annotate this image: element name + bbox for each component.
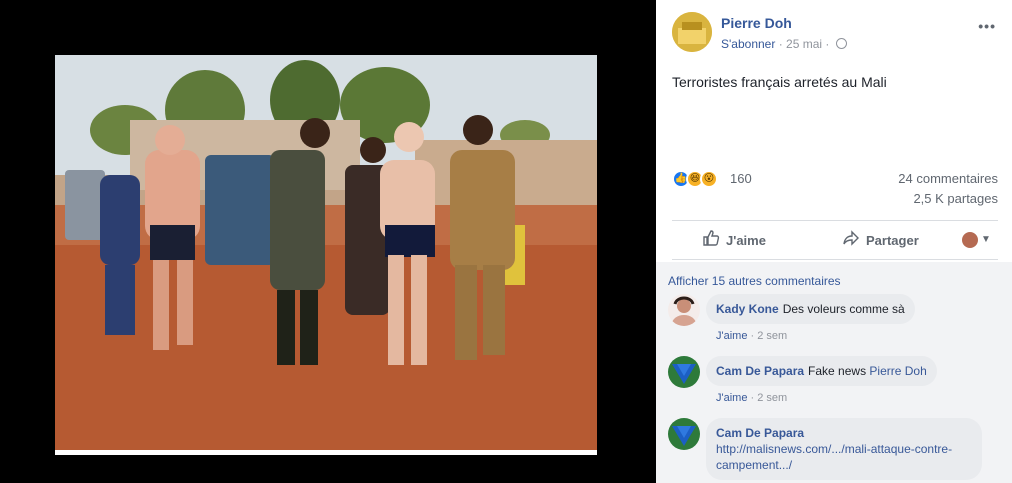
- comment: Cam De Papara Fake news Pierre Doh J'aime…: [668, 356, 998, 416]
- more-options-icon[interactable]: •••: [978, 18, 996, 34]
- comment: Cam De Papara http://malisnews.com/.../m…: [668, 418, 998, 483]
- shares-count[interactable]: 2,5 K partages: [913, 191, 998, 206]
- post-photo[interactable]: [55, 55, 597, 455]
- commenter-avatar[interactable]: [668, 418, 700, 450]
- comment-like-link[interactable]: J'aime: [716, 330, 747, 342]
- commenter-name[interactable]: Cam De Papara: [716, 426, 804, 440]
- thumb-up-icon: [702, 229, 720, 252]
- comments-count[interactable]: 24 commentaires: [898, 171, 998, 186]
- comment-meta: J'aime · 2 sem: [716, 330, 788, 342]
- view-as-selector[interactable]: ▼: [962, 232, 992, 248]
- like-button[interactable]: J'aime: [702, 222, 766, 258]
- comment-text: Des voleurs comme sà: [782, 302, 905, 316]
- chevron-down-icon: ▼: [981, 234, 991, 245]
- post-header: Pierre Doh S'abonner · 25 mai · •••: [672, 12, 1002, 56]
- comment-mention[interactable]: Pierre Doh: [869, 364, 926, 378]
- commenter-name[interactable]: Kady Kone: [716, 302, 779, 316]
- divider-2: [672, 259, 998, 260]
- comment-bubble: Cam De Papara Fake news Pierre Doh: [706, 356, 937, 386]
- share-arrow-icon: [842, 229, 860, 252]
- comment-link[interactable]: http://malisnews.com/.../mali-attaque-co…: [716, 441, 972, 473]
- comment: Kady Kone Des voleurs comme sà J'aime · 2…: [668, 294, 998, 354]
- reactions-row: 👍 😆 😮 160 24 commentaires 2,5 K partages: [672, 168, 998, 216]
- post-text: Terroristes français arretés au Mali: [672, 74, 887, 90]
- commenter-avatar[interactable]: [668, 356, 700, 388]
- avatar-image: [672, 12, 712, 52]
- like-button-label: J'aime: [726, 232, 766, 248]
- photo-illustration: [55, 55, 597, 455]
- wow-reaction-icon: 😮: [700, 170, 718, 188]
- reaction-count[interactable]: 160: [730, 171, 752, 186]
- comment-meta: J'aime · 2 sem: [716, 392, 788, 404]
- subscribe-link[interactable]: S'abonner: [721, 37, 775, 51]
- comments-section: Afficher 15 autres commentaires Kady Kon…: [656, 262, 1012, 483]
- post-panel: Pierre Doh S'abonner · 25 mai · ••• Terr…: [656, 0, 1012, 483]
- comment-bubble: Cam De Papara http://malisnews.com/.../m…: [706, 418, 982, 480]
- post-meta: S'abonner · 25 mai ·: [721, 37, 847, 51]
- user-avatar: [962, 232, 978, 248]
- comment-like-link[interactable]: J'aime: [716, 392, 747, 404]
- commenter-name[interactable]: Cam De Papara: [716, 364, 804, 378]
- meta-separator-2: ·: [825, 37, 830, 51]
- divider: [672, 220, 998, 221]
- post-actions: J'aime Partager ▼: [672, 222, 998, 258]
- comment-time[interactable]: 2 sem: [757, 392, 787, 404]
- comment-bubble: Kady Kone Des voleurs comme sà: [706, 294, 915, 324]
- share-button[interactable]: Partager: [842, 222, 919, 258]
- globe-icon: [835, 38, 847, 49]
- photo-viewer: [0, 0, 656, 483]
- comment-time[interactable]: 2 sem: [757, 330, 787, 342]
- show-more-comments-link[interactable]: Afficher 15 autres commentaires: [668, 274, 841, 288]
- share-button-label: Partager: [866, 232, 919, 248]
- comment-text: Fake news: [808, 364, 867, 378]
- author-avatar[interactable]: [672, 12, 712, 52]
- author-name[interactable]: Pierre Doh: [721, 15, 792, 31]
- commenter-avatar[interactable]: [668, 294, 700, 326]
- meta-separator: ·: [778, 37, 783, 51]
- post-date[interactable]: 25 mai: [786, 37, 822, 51]
